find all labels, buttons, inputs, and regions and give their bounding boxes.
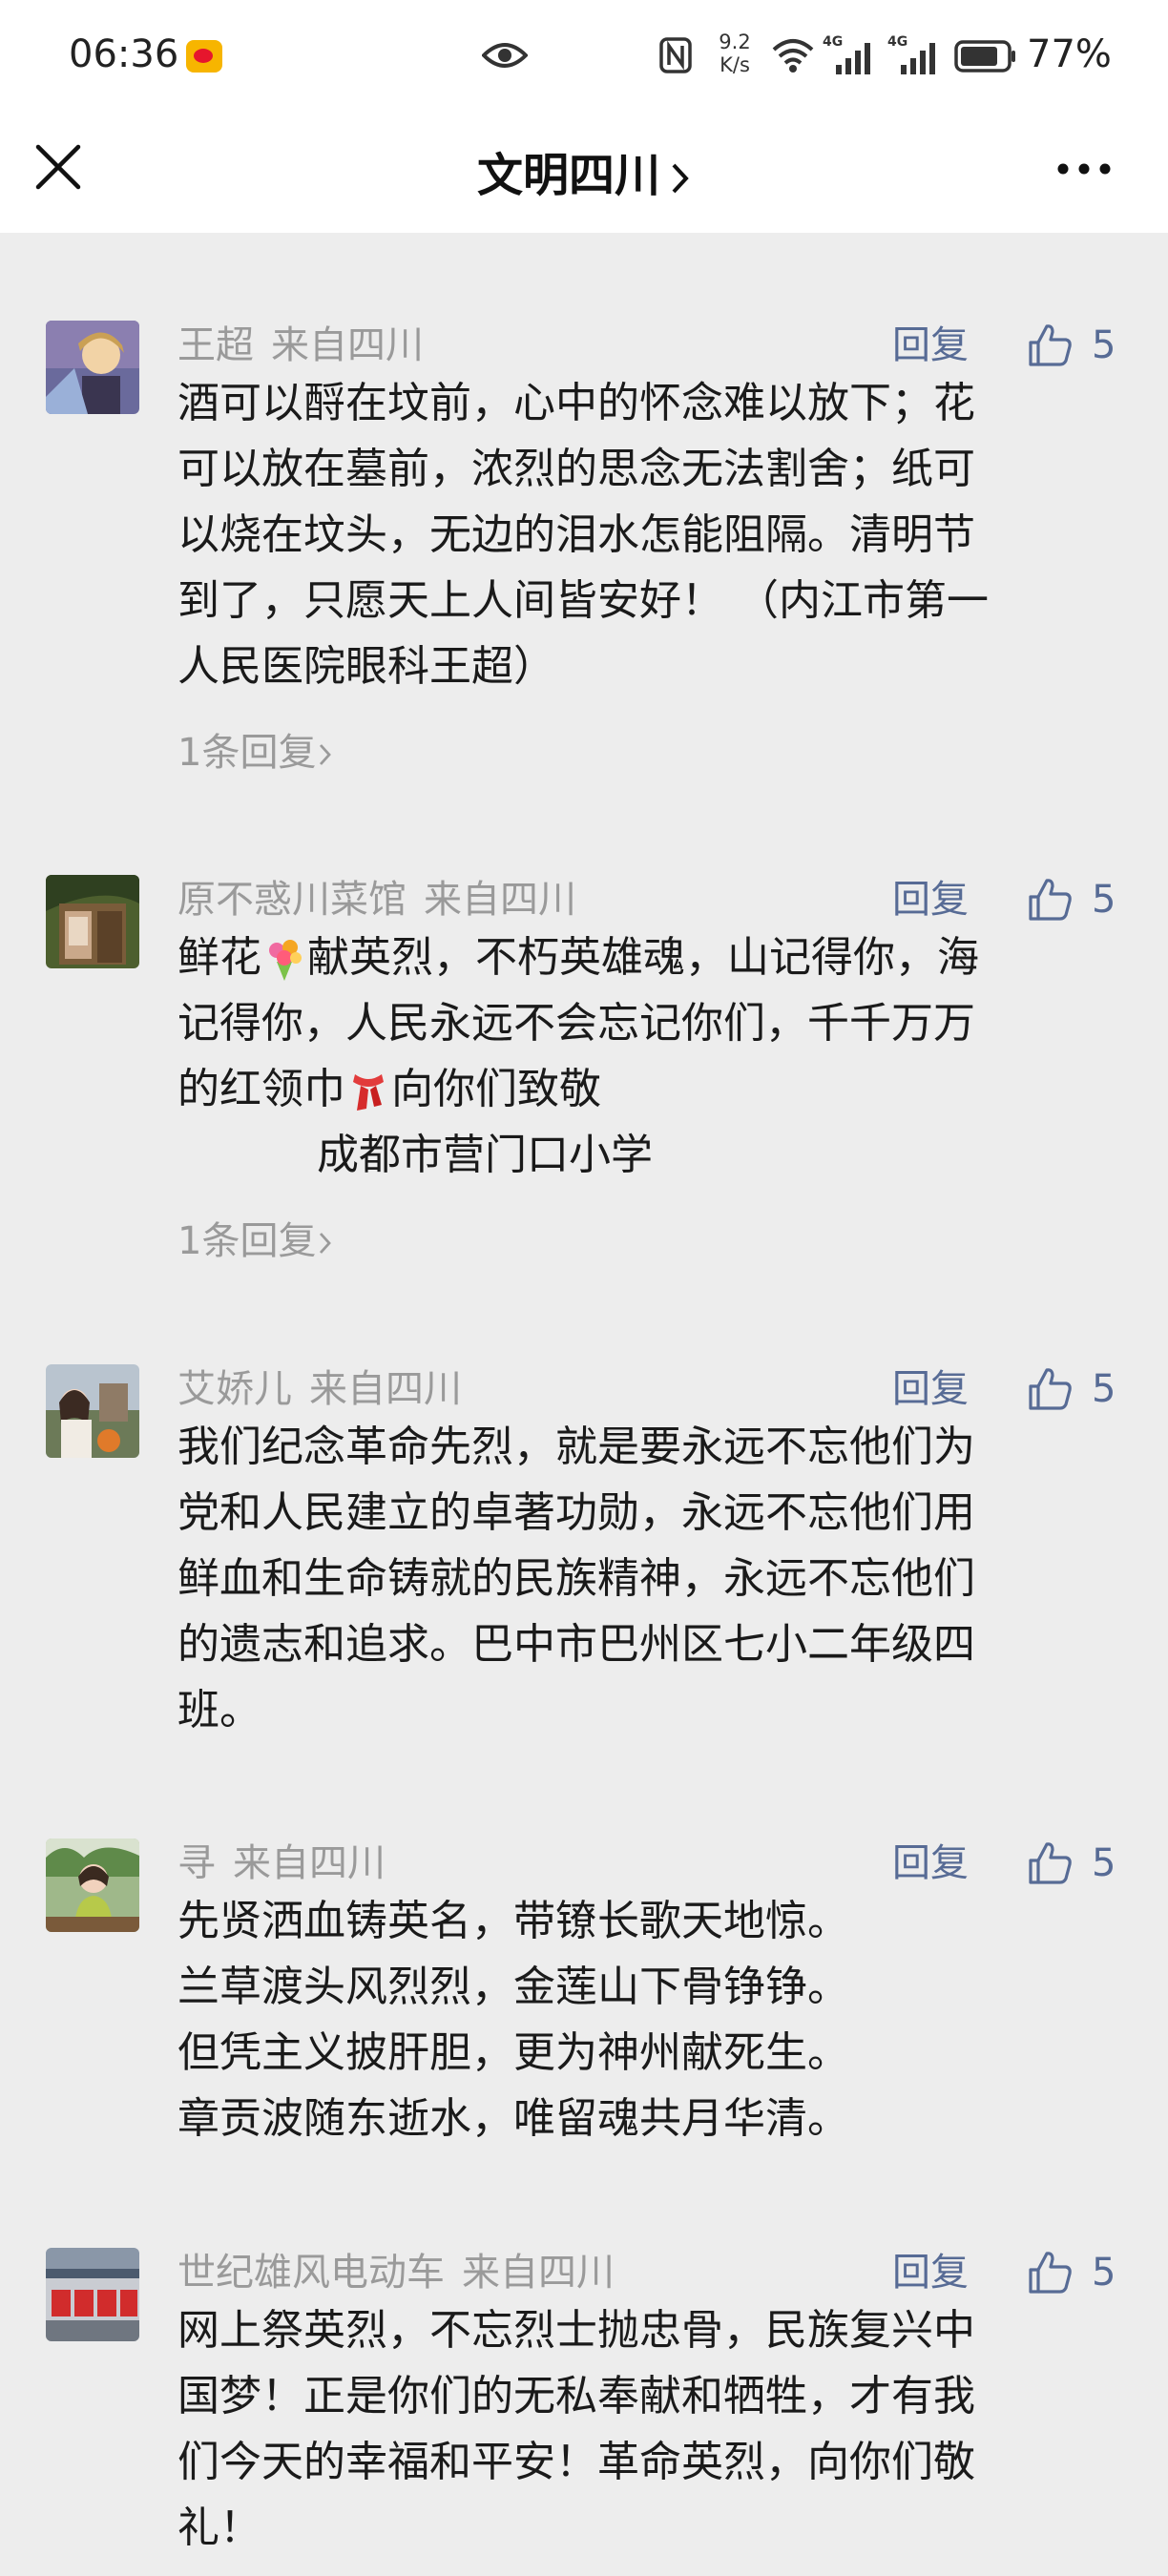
thumbs-up-icon	[1029, 879, 1072, 921]
network-speed: 9.2 K/s	[719, 31, 751, 76]
avatar[interactable]	[46, 321, 139, 414]
avatar[interactable]	[46, 1364, 139, 1458]
commenter-location: 来自四川	[424, 878, 576, 922]
more-icon[interactable]	[1055, 160, 1113, 177]
reply-button[interactable]: 回复	[892, 321, 969, 370]
status-time: 06:36	[69, 32, 179, 76]
reply-button[interactable]: 回复	[892, 2248, 969, 2297]
eye-icon	[482, 43, 528, 68]
wifi-icon	[772, 39, 814, 73]
comment-text: 先贤洒血铸英名，带镣长歌天地惊。 兰草渡头风烈烈，金莲山下骨铮铮。 但凭主义披肝…	[177, 1897, 849, 2143]
view-replies-link[interactable]: 1条回复	[177, 721, 333, 777]
thumbs-up-icon	[1029, 324, 1072, 366]
like-count: 5	[1092, 1367, 1116, 1411]
weibo-notification-icon	[186, 40, 222, 73]
signal-icon-sim2: 4G	[887, 34, 941, 74]
battery-icon	[954, 40, 1015, 73]
view-replies-link[interactable]: 1条回复	[177, 1210, 333, 1265]
commenter-name[interactable]: 世纪雄风电动车	[177, 2251, 445, 2295]
reply-button[interactable]: 回复	[892, 1364, 969, 1414]
status-bar: 06:36 9.2 K/s 4G 4G 77%	[0, 0, 1168, 113]
comment-text: 我们纪念革命先烈，就是要永远不忘他们为 党和人民建立的卓著功勋，永远不忘他们用 …	[177, 1423, 975, 1735]
like-count: 5	[1092, 1841, 1116, 1885]
chevron-right-icon	[672, 163, 689, 194]
comment-meta: 王超 来自四川	[177, 321, 424, 370]
commenter-location: 来自四川	[271, 323, 424, 367]
comment-text: 网上祭英烈，不忘烈士抛忠骨，民族复兴中 国梦！正是你们的无私奉献和牺牲，才有我 …	[177, 2306, 975, 2552]
avatar[interactable]	[46, 875, 139, 968]
commenter-name[interactable]: 王超	[177, 323, 254, 367]
bouquet-emoji-icon	[269, 940, 302, 981]
reply-button[interactable]: 回复	[892, 875, 969, 924]
battery-percent: 77%	[1027, 32, 1112, 76]
page-title: 文明四川	[476, 149, 660, 202]
comment-meta: 原不惑川菜馆 来自四川	[177, 875, 576, 924]
thumbs-up-icon	[1029, 2252, 1072, 2294]
like-count: 5	[1092, 2251, 1116, 2295]
comment-meta: 寻来自四川	[177, 1839, 386, 1888]
thumbs-up-icon	[1029, 1368, 1072, 1410]
thumbs-up-icon	[1029, 1842, 1072, 1884]
chevron-right-icon	[320, 1233, 332, 1254]
commenter-location: 来自四川	[233, 1841, 386, 1885]
commenter-name[interactable]: 艾娇儿	[177, 1367, 292, 1411]
nav-bar: 文明四川	[0, 113, 1168, 233]
commenter-name[interactable]: 原不惑川菜馆	[177, 878, 407, 922]
comment-text: 鲜花 献英烈，不朽英雄魂，山记得你，海 记得你，人民永远不会忘记你们，千千万万 的…	[177, 933, 979, 1179]
comment-text: 酒可以酹在坟前，心中的怀念难以放下；花 可以放在墓前，浓烈的思念无法割舍；纸可 …	[177, 379, 989, 691]
comment-meta: 艾娇儿 来自四川	[177, 1364, 462, 1414]
comment-meta: 世纪雄风电动车 来自四川	[177, 2248, 615, 2297]
chevron-right-icon	[320, 744, 332, 765]
avatar[interactable]	[46, 1839, 139, 1932]
commenter-name[interactable]: 寻	[177, 1841, 216, 1885]
page-title-link[interactable]: 文明四川	[0, 137, 1168, 204]
nfc-icon	[659, 37, 692, 73]
like-count: 5	[1092, 323, 1116, 367]
reply-button[interactable]: 回复	[892, 1839, 969, 1888]
commenter-location: 来自四川	[309, 1367, 462, 1411]
avatar[interactable]	[46, 2248, 139, 2341]
commenter-location: 来自四川	[462, 2251, 615, 2295]
like-count: 5	[1092, 878, 1116, 922]
red-scarf-emoji-icon	[353, 1074, 384, 1111]
signal-icon-sim1: 4G	[823, 34, 876, 74]
